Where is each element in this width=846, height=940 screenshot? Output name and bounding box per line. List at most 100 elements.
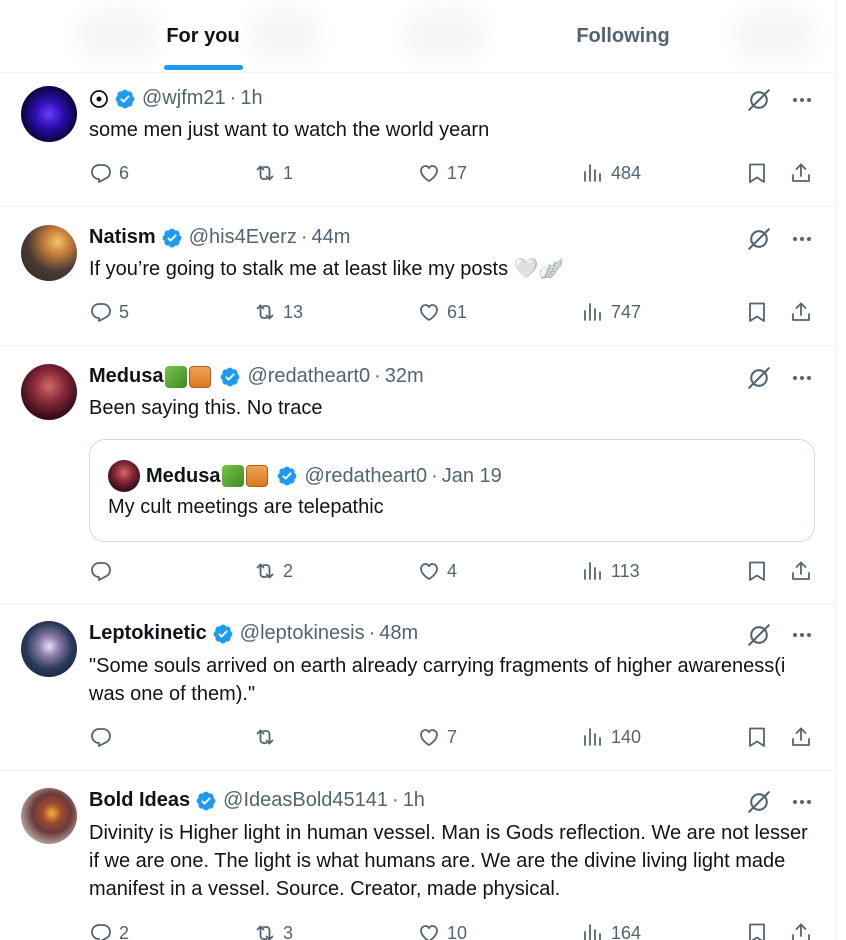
repost-count: 2	[283, 560, 294, 581]
handle[interactable]: @wjfm21	[142, 87, 226, 110]
views-button[interactable]: 113	[581, 559, 640, 583]
action-bar: 2 4 113	[89, 559, 815, 589]
more-icon[interactable]	[790, 366, 814, 390]
handle[interactable]: @IdeasBold45141	[223, 789, 388, 812]
action-bar: 7 140	[89, 725, 815, 755]
reply-button[interactable]	[89, 725, 119, 749]
heart-icon	[417, 725, 441, 749]
share-button[interactable]	[789, 300, 819, 324]
reply-button[interactable]: 6	[89, 161, 129, 185]
like-button[interactable]: 7	[417, 725, 457, 749]
handle[interactable]: @leptokinesis	[240, 622, 365, 645]
heart-icon	[417, 161, 441, 185]
bookmark-button[interactable]	[745, 161, 775, 185]
repost-button[interactable]	[253, 725, 283, 749]
reply-button[interactable]	[89, 559, 119, 583]
reply-button[interactable]: 5	[89, 300, 129, 324]
avatar[interactable]	[21, 225, 77, 281]
display-name[interactable]: Leptokinetic	[89, 622, 207, 645]
post-top-actions	[746, 87, 814, 113]
display-name[interactable]: Natism	[89, 226, 156, 249]
avatar[interactable]	[21, 364, 77, 420]
post-top-actions	[746, 789, 814, 815]
clipboard-emoji-icon	[189, 365, 212, 388]
share-button[interactable]	[789, 921, 819, 940]
repost-icon	[253, 559, 277, 583]
like-button[interactable]: 61	[417, 300, 467, 324]
grok-icon[interactable]	[746, 789, 772, 815]
grok-icon[interactable]	[746, 365, 772, 391]
separator-dot: ·	[229, 87, 237, 109]
more-icon[interactable]	[790, 623, 814, 647]
post-header: Natism @his4Everz · 44m	[89, 226, 350, 249]
post-header: Bold Ideas @IdeasBold45141 · 1h	[89, 789, 425, 812]
post[interactable]: @wjfm21 · 1h some men just want to watch…	[0, 73, 836, 207]
action-bar: 6 1 17 484	[89, 161, 815, 191]
repost-button[interactable]: 3	[253, 921, 293, 940]
grok-icon[interactable]	[746, 226, 772, 252]
timestamp[interactable]: 48m	[379, 622, 418, 645]
more-icon[interactable]	[790, 88, 814, 112]
quoted-post-header: Medusa @redatheart0 · Jan 19	[108, 460, 502, 492]
repost-button[interactable]: 2	[253, 559, 293, 583]
post[interactable]: Leptokinetic @leptokinesis · 48m "Some s…	[0, 605, 836, 771]
bookmark-button[interactable]	[745, 725, 775, 749]
bookmark-button[interactable]	[745, 921, 775, 940]
views-button[interactable]: 164	[581, 921, 641, 940]
handle[interactable]: @redatheart0	[247, 365, 370, 388]
bookmark-icon	[745, 300, 769, 324]
display-name[interactable]: Bold Ideas	[89, 789, 190, 812]
post[interactable]: Medusa @redatheart0 · 32m Been saying th…	[0, 346, 836, 605]
repost-icon	[253, 161, 277, 185]
repost-button[interactable]: 13	[253, 300, 303, 324]
grok-icon[interactable]	[746, 87, 772, 113]
like-button[interactable]: 17	[417, 161, 467, 185]
timestamp[interactable]: 1h	[240, 87, 262, 110]
share-icon	[789, 725, 813, 749]
timeline-tabs: For you Following	[0, 0, 836, 73]
post[interactable]: Bold Ideas @IdeasBold45141 · 1h Divinity…	[0, 771, 836, 940]
heart-icon	[417, 300, 441, 324]
repost-button[interactable]: 1	[253, 161, 293, 185]
repost-count: 3	[283, 922, 294, 940]
avatar[interactable]	[21, 788, 77, 844]
reply-button[interactable]: 2	[89, 921, 129, 940]
separator-dot: ·	[431, 464, 438, 487]
share-button[interactable]	[789, 161, 819, 185]
reply-icon	[89, 161, 113, 185]
more-icon[interactable]	[790, 790, 814, 814]
timestamp[interactable]: 44m	[312, 226, 351, 249]
avatar[interactable]	[21, 621, 77, 677]
share-icon	[789, 921, 813, 940]
bookmark-button[interactable]	[745, 300, 775, 324]
share-button[interactable]	[789, 725, 819, 749]
like-count: 10	[447, 922, 468, 940]
display-name[interactable]: Medusa	[89, 365, 163, 388]
more-icon[interactable]	[790, 227, 814, 251]
quoted-post[interactable]: Medusa @redatheart0 · Jan 19 My cult mee…	[89, 439, 815, 542]
like-button[interactable]: 4	[417, 559, 457, 583]
post[interactable]: Natism @his4Everz · 44m If you’re going …	[0, 207, 836, 346]
avatar[interactable]	[21, 86, 77, 142]
tab-for-you[interactable]: For you	[0, 0, 418, 72]
tab-following[interactable]: Following	[418, 0, 836, 72]
handle[interactable]: @his4Everz	[189, 226, 297, 249]
reply-count: 2	[119, 922, 130, 940]
views-button[interactable]: 140	[581, 725, 641, 749]
bookmark-button[interactable]	[745, 559, 775, 583]
post-top-actions	[746, 622, 814, 648]
timestamp[interactable]: 32m	[385, 365, 424, 388]
like-button[interactable]: 10	[417, 921, 467, 940]
post-text: "Some souls arrived on earth already car…	[89, 655, 786, 705]
grok-icon[interactable]	[746, 622, 772, 648]
like-count: 7	[447, 726, 458, 747]
views-button[interactable]: 484	[581, 161, 641, 185]
share-icon	[789, 161, 813, 185]
post-header: @wjfm21 · 1h	[89, 87, 263, 110]
timestamp[interactable]: 1h	[403, 789, 425, 812]
share-button[interactable]	[789, 559, 819, 583]
bookmark-icon	[745, 161, 769, 185]
views-icon	[581, 300, 605, 324]
views-icon	[581, 559, 605, 583]
views-button[interactable]: 747	[581, 300, 641, 324]
